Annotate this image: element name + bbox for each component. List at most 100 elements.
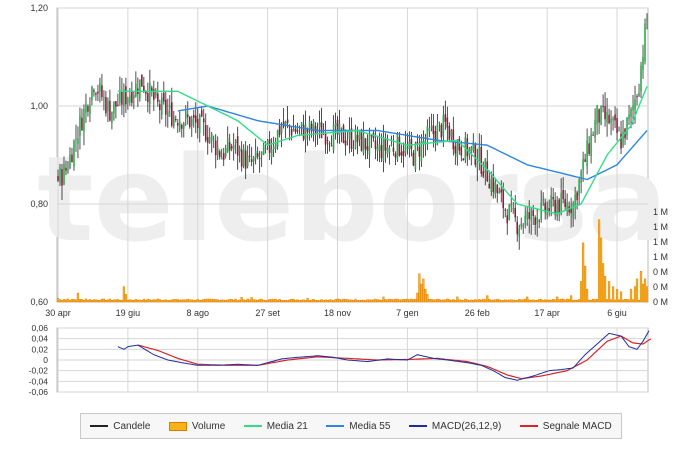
volume-bar xyxy=(364,300,367,303)
candle-down xyxy=(330,145,333,147)
volume-bar xyxy=(588,299,591,303)
volume-bar xyxy=(354,298,357,303)
volume-bar xyxy=(128,299,131,303)
candle-down xyxy=(400,152,403,156)
candle-up xyxy=(280,126,283,133)
volume-bar xyxy=(220,299,223,303)
volume-bar xyxy=(498,299,501,303)
volume-bar xyxy=(464,298,467,303)
volume-bar xyxy=(611,286,615,303)
volume-bar xyxy=(336,298,339,303)
y-tick-label: 1,20 xyxy=(30,3,48,13)
candle-down xyxy=(562,189,564,200)
volume-bar xyxy=(254,299,257,303)
candle-down xyxy=(462,158,465,161)
volume-bar xyxy=(396,298,399,303)
legend-item-candele[interactable]: Candele xyxy=(90,421,150,432)
volume-bar xyxy=(420,283,423,303)
volume-bar xyxy=(94,299,98,303)
volume-bar xyxy=(136,299,139,303)
volume-bar xyxy=(356,300,359,303)
candle-up xyxy=(292,128,295,132)
legend-item-segnale[interactable]: Segnale MACD xyxy=(519,421,612,432)
volume-bar xyxy=(144,299,147,303)
candle-down xyxy=(516,221,519,235)
candle-up xyxy=(59,167,61,183)
volume-bar xyxy=(476,299,479,303)
volume-bar xyxy=(388,298,391,303)
candle-down xyxy=(204,125,207,141)
volume-bar xyxy=(446,298,449,303)
volume-bar xyxy=(472,299,475,303)
candle-up xyxy=(216,147,219,155)
candle-down xyxy=(460,147,463,156)
volume-bar xyxy=(486,295,489,303)
x-tick-label: 26 feb xyxy=(465,308,490,318)
legend-item-volume[interactable]: Volume xyxy=(168,421,225,432)
volume-bar xyxy=(582,242,585,303)
volume-bar xyxy=(488,298,491,303)
candle-up xyxy=(308,121,311,130)
candle-down xyxy=(588,143,590,154)
volume-bar xyxy=(544,299,547,303)
macd-y-tick-label: -0,04 xyxy=(29,376,49,386)
candle-up xyxy=(628,114,630,120)
volume-bar xyxy=(468,300,471,303)
volume-bar xyxy=(635,278,639,303)
volume-bar xyxy=(346,299,349,303)
volume-bar xyxy=(86,299,90,303)
volume-bar xyxy=(480,299,483,303)
volume-bar xyxy=(150,299,153,303)
candle-up xyxy=(646,18,648,21)
candle-down xyxy=(290,128,293,136)
candle-down xyxy=(564,198,566,208)
candle-up xyxy=(169,105,171,109)
volume-bar xyxy=(104,300,108,303)
candle-down xyxy=(61,168,63,186)
volume-bar xyxy=(641,283,645,303)
candle-down xyxy=(236,136,239,156)
volume-bar xyxy=(382,296,385,303)
candle-up xyxy=(478,146,481,161)
volume-bar xyxy=(522,299,525,303)
volume-bar xyxy=(172,299,175,303)
candle-up xyxy=(430,126,433,128)
candle-up xyxy=(600,105,602,125)
volume-bar xyxy=(212,299,215,303)
candle-down xyxy=(552,196,554,200)
volume-bar xyxy=(404,299,407,303)
volume-bar xyxy=(430,299,433,303)
volume-bar xyxy=(406,298,409,303)
candle-up xyxy=(354,130,357,149)
volume-bar xyxy=(246,298,249,303)
volume-bar xyxy=(58,299,62,303)
y-tick-label: 1,00 xyxy=(30,101,48,111)
legend-item-media21[interactable]: Media 21 xyxy=(243,420,308,432)
chart-stage: teleborsa 30 apr 19 giu 8 ago 27 set 18 nov 7 … xyxy=(0,0,700,451)
volume-bar xyxy=(548,299,551,303)
candle-up xyxy=(470,146,473,153)
candle-up xyxy=(167,110,169,117)
candle-down xyxy=(416,141,419,144)
candle-up xyxy=(494,182,497,194)
legend-item-media55[interactable]: Media 55 xyxy=(326,421,390,432)
legend-swatch-media55 xyxy=(326,425,345,427)
volume-bar xyxy=(286,300,289,303)
candle-up xyxy=(103,97,105,99)
volume-bar xyxy=(316,300,319,303)
volume-bar xyxy=(250,297,253,303)
legend-label-media21: Media 21 xyxy=(266,420,308,432)
volume-bar xyxy=(556,296,559,303)
candle-up xyxy=(173,116,175,127)
volume-bar xyxy=(366,299,369,303)
volume-bar xyxy=(627,299,631,303)
volume-bar xyxy=(595,299,599,303)
volume-bar xyxy=(434,299,437,303)
volume-bar xyxy=(296,299,299,303)
volume-bar xyxy=(214,299,217,303)
volume-bar xyxy=(252,299,255,303)
candle-down xyxy=(366,146,369,151)
volume-bar xyxy=(570,295,573,303)
candle-up xyxy=(77,138,79,144)
legend-item-macd[interactable]: MACD(26,12,9) xyxy=(408,421,501,432)
